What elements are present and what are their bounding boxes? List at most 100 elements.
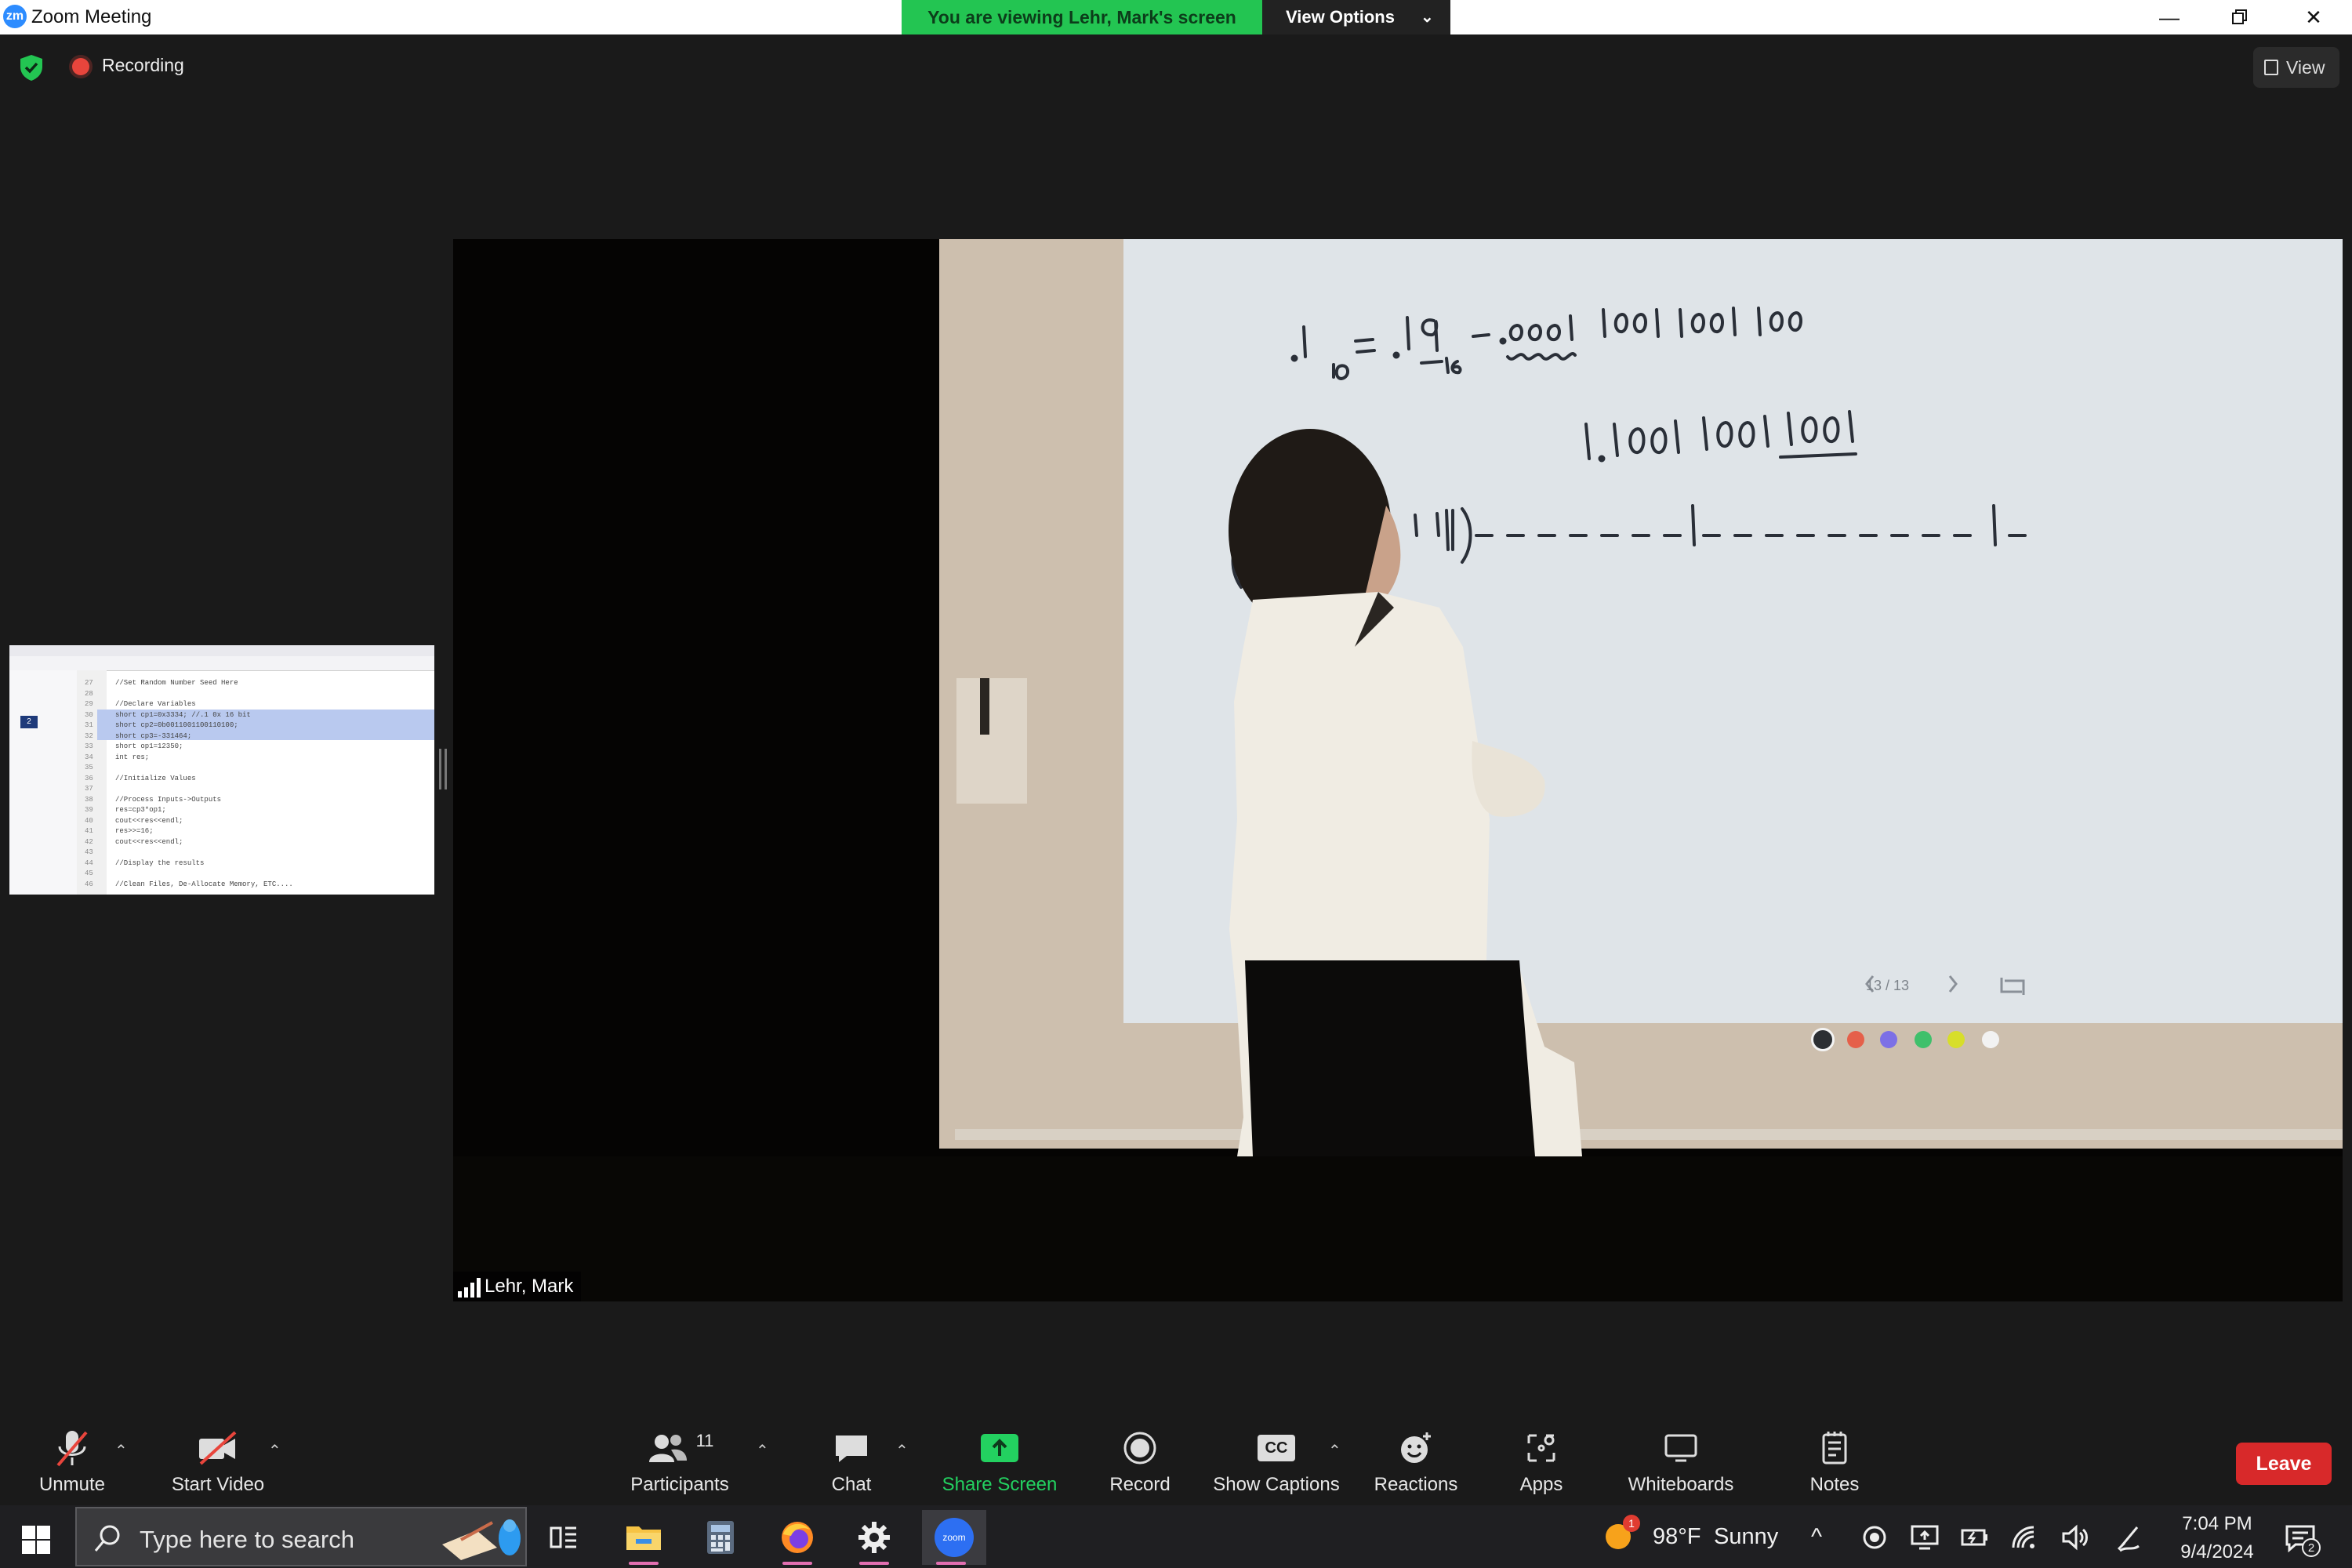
thumbnail-line-number: 36 xyxy=(85,774,93,782)
record-button[interactable]: Record xyxy=(1101,1425,1179,1504)
taskbar-zoom[interactable]: zoom xyxy=(922,1510,986,1565)
thumbnail-line-number: 46 xyxy=(85,880,93,888)
thumbnail-line-number: 28 xyxy=(85,689,93,698)
record-label: Record xyxy=(1109,1474,1171,1495)
thumbnail-code-line: //Display the results xyxy=(115,858,205,867)
thumbnail-code-line: cout<<res<<endl; xyxy=(115,837,183,846)
share-screen-button[interactable]: Share Screen xyxy=(938,1425,1062,1504)
share-screen-label: Share Screen xyxy=(942,1474,1058,1495)
battery-charging-icon[interactable] xyxy=(1960,1526,1990,1549)
whiteboard-icon xyxy=(1664,1434,1697,1462)
pen-workspace-icon[interactable] xyxy=(2115,1523,2142,1552)
close-icon[interactable]: ✕ xyxy=(2278,0,2349,34)
recording-dot-icon xyxy=(72,58,89,75)
taskbar-file-explorer[interactable] xyxy=(615,1510,673,1565)
running-indicator xyxy=(859,1562,889,1565)
captions-cc-icon: CC xyxy=(1258,1435,1295,1461)
thumbnail-code-line: res>>=16; xyxy=(115,827,154,835)
thumbnail-line-number: 38 xyxy=(85,795,93,804)
chat-bubble-icon xyxy=(836,1436,867,1462)
signal-strength-icon xyxy=(453,1277,485,1298)
search-placeholder: Type here to search xyxy=(140,1526,354,1553)
thumbnail-code-line: //Initialize Values xyxy=(115,774,196,782)
reactions-label: Reactions xyxy=(1374,1474,1458,1495)
thumbnail-line-number: 34 xyxy=(85,753,93,761)
thumbnail-code-line: //Declare Variables xyxy=(115,700,196,708)
chat-button[interactable]: Chat xyxy=(820,1425,883,1504)
firefox-icon xyxy=(782,1522,813,1553)
thumbnail-toolbar xyxy=(9,656,434,671)
taskbar-firefox[interactable] xyxy=(768,1510,826,1565)
thumbnail-line-number: 31 xyxy=(85,721,93,729)
participants-label: Participants xyxy=(630,1474,729,1495)
participant-name-tag: Lehr, Mark xyxy=(453,1272,582,1301)
notes-icon xyxy=(1822,1432,1847,1465)
calculator-icon xyxy=(707,1521,734,1554)
thumbnail-line-number: 29 xyxy=(85,700,93,708)
restore-icon[interactable] xyxy=(2205,0,2275,34)
meet-now-icon[interactable] xyxy=(1861,1524,1888,1551)
recording-label[interactable]: Recording xyxy=(102,55,184,76)
thumbnail-code-line: int res; xyxy=(115,753,150,761)
apps-button[interactable]: Apps xyxy=(1510,1425,1573,1504)
reactions-button[interactable]: Reactions xyxy=(1370,1425,1461,1504)
thumbnail-code-line: res=cp3*op1; xyxy=(115,806,166,814)
taskbar-search-box[interactable]: Type here to search xyxy=(75,1507,527,1566)
search-highlight-illustration-icon xyxy=(442,1519,521,1560)
thumbnail-code-line xyxy=(115,848,293,858)
running-indicator xyxy=(936,1562,966,1565)
thumbnail-code-line xyxy=(115,763,293,774)
thumbnail-line-number: 40 xyxy=(85,816,93,825)
view-layout-icon xyxy=(2264,60,2278,75)
thumbnail-line-number: 42 xyxy=(85,837,93,846)
thumbnail-code: //Set Random Number Seed Here //Declare … xyxy=(115,678,293,890)
shared-screen-thumbnail[interactable]: 2 27 28 29 30 31 32 33 34 35 36 37 38 39 40 41 42 43 44 45… xyxy=(9,645,434,895)
thumbnail-line-number: 45 xyxy=(85,869,93,877)
captions-options-chevron-icon[interactable]: ⌃ xyxy=(1328,1441,1341,1461)
whiteboards-button[interactable]: Whiteboards xyxy=(1620,1425,1742,1504)
notification-count: 2 xyxy=(2302,1538,2321,1557)
start-video-label: Start Video xyxy=(171,1474,265,1495)
notes-button[interactable]: Notes xyxy=(1800,1425,1869,1504)
notifications-button[interactable]: 2 xyxy=(2281,1521,2328,1560)
show-captions-button[interactable]: CC Show Captions xyxy=(1210,1425,1342,1504)
start-video-button[interactable]: Start Video xyxy=(165,1425,271,1504)
audio-options-chevron-icon[interactable]: ⌃ xyxy=(114,1441,128,1461)
minimize-icon[interactable]: — xyxy=(2134,0,2205,34)
leave-button[interactable]: Leave xyxy=(2236,1443,2332,1485)
windows-start-icon[interactable] xyxy=(20,1524,52,1555)
display-projection-icon[interactable] xyxy=(1910,1524,1940,1551)
thumbnail-line-number: 37 xyxy=(85,785,93,793)
unmute-button[interactable]: Unmute xyxy=(24,1425,121,1504)
wifi-icon[interactable] xyxy=(2010,1524,2038,1551)
chat-options-chevron-icon[interactable]: ⌃ xyxy=(895,1441,909,1461)
taskbar-calculator[interactable] xyxy=(691,1510,750,1565)
view-button-label: View xyxy=(2286,57,2325,78)
show-hidden-icons-chevron-icon[interactable]: ^ xyxy=(1811,1524,1822,1551)
participants-options-chevron-icon[interactable]: ⌃ xyxy=(756,1441,769,1461)
volume-speaker-icon[interactable] xyxy=(2060,1524,2090,1551)
reactions-smiley-icon xyxy=(1401,1432,1431,1463)
panel-resize-handle[interactable] xyxy=(439,749,447,789)
thumbnail-code-line xyxy=(115,869,293,880)
chevron-down-icon: ⌄ xyxy=(1421,9,1434,26)
taskbar-clock[interactable]: 7:04 PM 9/4/2024 xyxy=(2170,1510,2264,1566)
task-view-button[interactable] xyxy=(535,1510,593,1565)
weather-temperature: 98°F xyxy=(1653,1524,1701,1549)
thumbnail-code-line: //Set Random Number Seed Here xyxy=(115,679,238,687)
thumbnail-line-number: 39 xyxy=(85,806,93,814)
apps-label: Apps xyxy=(1519,1474,1563,1495)
security-shield-icon[interactable] xyxy=(17,53,45,82)
thumbnail-code-line: short op1=12350; xyxy=(115,742,183,750)
running-indicator xyxy=(782,1562,812,1565)
participants-button[interactable]: 11 Participants xyxy=(626,1425,734,1504)
view-button[interactable]: View xyxy=(2253,47,2339,88)
video-options-chevron-icon[interactable]: ⌃ xyxy=(268,1441,281,1461)
window-title: Zoom Meeting xyxy=(31,6,152,27)
thumbnail-code-line: short cp1=0x3334; //.1 0x 16 bit xyxy=(115,710,251,719)
view-options-button[interactable]: View Options ⌄ xyxy=(1262,0,1450,34)
viewing-screen-banner: You are viewing Lehr, Mark's screen xyxy=(902,0,1262,34)
chat-label: Chat xyxy=(831,1474,872,1495)
taskbar-settings[interactable] xyxy=(845,1510,903,1565)
show-captions-label: Show Captions xyxy=(1213,1474,1340,1495)
